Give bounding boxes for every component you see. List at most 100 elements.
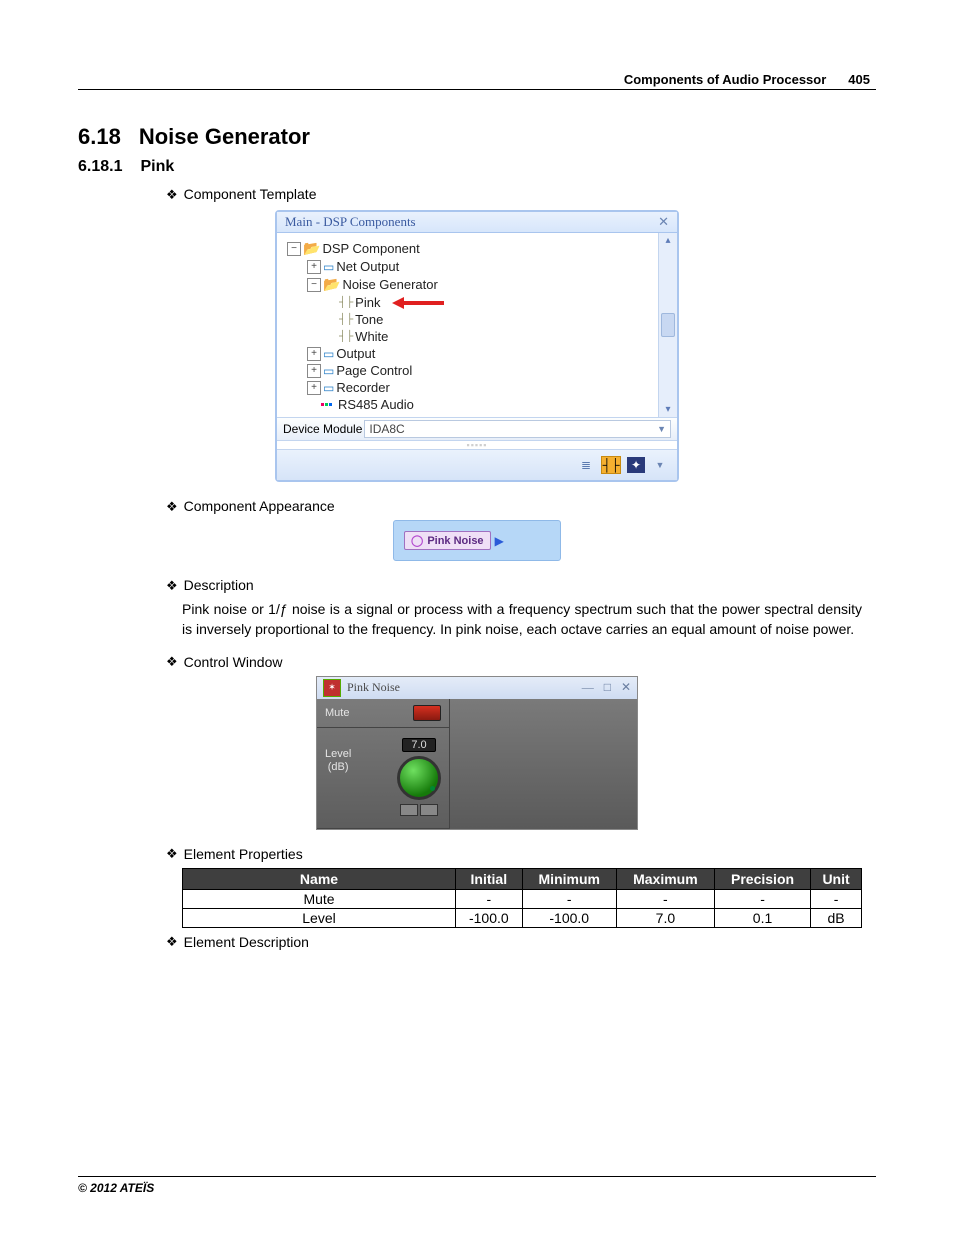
level-label: Level (dB) (325, 748, 351, 774)
control-empty-area (450, 699, 637, 829)
bullet-label: Element Description (184, 934, 309, 950)
settings-icon[interactable]: ✦ (627, 457, 645, 473)
diamond-icon: ❖ (166, 579, 178, 592)
panel-title-text: Main - DSP Components (285, 214, 416, 230)
tree-node-pink[interactable]: ┤├ Pink (287, 294, 654, 311)
mute-toggle[interactable] (413, 705, 441, 721)
subheading-number: 6.18.1 (78, 158, 122, 176)
list-view-icon[interactable]: ≣ (577, 457, 595, 473)
pink-noise-chip[interactable]: ◯ Pink Noise (404, 531, 491, 550)
close-icon[interactable]: ✕ (658, 214, 669, 230)
folder-open-icon: 📂 (303, 240, 320, 257)
cell: - (811, 889, 862, 908)
col-precision: Precision (714, 868, 810, 889)
node-icon: ▭ (323, 364, 334, 378)
node-icon: ▭ (323, 381, 334, 395)
tree-label: Recorder (336, 380, 389, 395)
tree-node-recorder[interactable]: + ▭ Recorder (287, 379, 654, 396)
device-module-label: Device Module (277, 420, 364, 438)
level-knob[interactable] (397, 756, 441, 800)
diamond-icon: ❖ (166, 847, 178, 860)
collapse-icon[interactable]: − (307, 278, 321, 292)
col-unit: Unit (811, 868, 862, 889)
tree-node-page-control[interactable]: + ▭ Page Control (287, 362, 654, 379)
diamond-icon: ❖ (166, 188, 178, 201)
col-name: Name (183, 868, 456, 889)
scroll-thumb[interactable] (661, 313, 675, 337)
table-row: Level -100.0 -100.0 7.0 0.1 dB (183, 908, 862, 927)
tree-node-tone[interactable]: ┤├ Tone (287, 311, 654, 328)
collapse-icon[interactable]: − (287, 242, 301, 256)
scroll-down-icon[interactable]: ▾ (665, 404, 670, 415)
control-title-text: Pink Noise (347, 680, 400, 695)
tree-label: Page Control (336, 363, 412, 378)
mute-label: Mute (325, 707, 349, 719)
bullet-label: Component Appearance (184, 498, 335, 514)
bullet-label: Control Window (184, 654, 283, 670)
level-value: 7.0 (402, 738, 435, 752)
heading-6-18: 6.18 Noise Generator (78, 124, 876, 150)
scroll-up-icon[interactable]: ▴ (665, 235, 670, 246)
tree-node-output[interactable]: + ▭ Output (287, 345, 654, 362)
header-page-number: 405 (848, 72, 870, 87)
cell: -100.0 (456, 908, 523, 927)
col-maximum: Maximum (616, 868, 714, 889)
tree-label: Output (336, 346, 375, 361)
component-tree[interactable]: − 📂 DSP Component + ▭ Net Output − 📂 Noi… (277, 233, 658, 417)
level-decrement-button[interactable] (400, 804, 418, 816)
bullet-component-template: ❖ Component Template (166, 186, 876, 202)
tree-label: Noise Generator (342, 277, 437, 292)
col-minimum: Minimum (522, 868, 616, 889)
minimize-icon[interactable]: — (582, 680, 594, 695)
cell: - (616, 889, 714, 908)
expand-icon[interactable]: + (307, 347, 321, 361)
output-arrow-icon: ▶ (495, 534, 504, 548)
expand-icon[interactable]: + (307, 381, 321, 395)
cell: - (522, 889, 616, 908)
col-initial: Initial (456, 868, 523, 889)
slider-icon: ┤├ (339, 297, 353, 308)
device-module-dropdown[interactable]: IDA8C ▼ (364, 420, 671, 438)
description-text: Pink noise or 1/ƒ noise is a signal or p… (182, 599, 862, 640)
mute-row: Mute (317, 699, 449, 728)
cell: 7.0 (616, 908, 714, 927)
component-appearance-block: ◯ Pink Noise ▶ (393, 520, 561, 561)
bullet-element-description: ❖ Element Description (166, 934, 876, 950)
subheading-title: Pink (140, 158, 174, 176)
level-increment-button[interactable] (420, 804, 438, 816)
close-icon[interactable]: ✕ (621, 680, 631, 695)
diamond-icon: ❖ (166, 500, 178, 513)
tree-node-noise-generator[interactable]: − 📂 Noise Generator (287, 275, 654, 294)
level-row: Level (dB) 7.0 (317, 728, 449, 829)
cell: - (456, 889, 523, 908)
tree-node-dsp-component[interactable]: − 📂 DSP Component (287, 239, 654, 258)
bullet-description: ❖ Description (166, 577, 876, 593)
tree-node-net-output[interactable]: + ▭ Net Output (287, 258, 654, 275)
tree-label: Net Output (336, 259, 399, 274)
resize-grip[interactable]: ▪▪▪▪▪ (277, 441, 677, 449)
cell: -100.0 (522, 908, 616, 927)
node-icon: ▭ (323, 260, 334, 274)
chevron-down-icon[interactable]: ▼ (651, 457, 669, 473)
device-module-row: Device Module IDA8C ▼ (277, 417, 677, 441)
expand-icon[interactable]: + (307, 364, 321, 378)
bullet-label: Description (184, 577, 254, 593)
chip-label: Pink Noise (427, 535, 483, 547)
expand-icon[interactable]: + (307, 260, 321, 274)
maximize-icon[interactable]: □ (604, 680, 611, 695)
scrollbar-vertical[interactable]: ▴ ▾ (658, 233, 677, 417)
tree-node-rs485-audio[interactable]: RS485 Audio (287, 396, 654, 413)
cell: - (714, 889, 810, 908)
table-header-row: Name Initial Minimum Maximum Precision U… (183, 868, 862, 889)
bullet-label: Element Properties (184, 846, 303, 862)
heading-title: Noise Generator (139, 124, 310, 150)
bullet-control-window: ❖ Control Window (166, 654, 876, 670)
chevron-down-icon: ▼ (657, 424, 666, 434)
dsp-components-panel: Main - DSP Components ✕ − 📂 DSP Componen… (275, 210, 679, 482)
slider-view-icon[interactable]: ┤├ (601, 456, 621, 474)
node-icon: ▭ (323, 347, 334, 361)
cell: Level (183, 908, 456, 927)
tree-node-white[interactable]: ┤├ White (287, 328, 654, 345)
page-header: Components of Audio Processor 405 (78, 72, 876, 90)
page-footer: © 2012 ATEÏS (78, 1176, 876, 1195)
